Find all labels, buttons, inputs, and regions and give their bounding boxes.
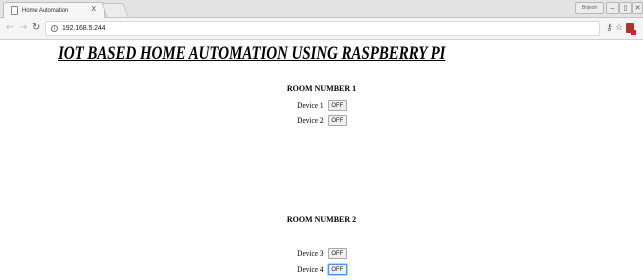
maximize-button[interactable]: ▯ [619,2,632,14]
new-tab-button[interactable] [101,3,129,17]
device-1-toggle-button[interactable]: OFF [327,100,347,111]
address-bar[interactable]: i 192.168.5.244 [45,21,600,36]
device-label: Device 4 [297,265,324,274]
room-heading: ROOM NUMBER 2 [286,215,357,224]
tab-close-button[interactable]: X [91,6,96,13]
tab-strip: Home Automation X Brijesh – ▯ ✕ [0,0,643,18]
close-window-button[interactable]: ✕ [632,2,643,14]
device-label: Device 2 [297,116,324,125]
info-icon[interactable]: i [51,25,58,32]
url-text[interactable]: 192.168.5.244 [62,25,106,32]
browser-tab[interactable]: Home Automation X [3,2,105,18]
page-content: IOT BASED HOME AUTOMATION USING RASPBERR… [0,41,643,280]
page-title: IOT BASED HOME AUTOMATION USING RASPBERR… [58,44,446,64]
device-label: Device 1 [297,101,324,110]
device-2-toggle-button[interactable]: OFF [327,115,347,126]
reload-icon[interactable]: ↻ [32,22,40,34]
forward-arrow-icon[interactable]: → [19,22,27,34]
device-row: Device 4 OFF [0,264,643,275]
minimize-button[interactable]: – [606,2,619,14]
device-3-toggle-button[interactable]: OFF [327,248,347,259]
device-row: Device 3 OFF [0,248,643,259]
back-arrow-icon[interactable]: ← [6,22,14,34]
browser-toolbar: ← → ↻ i 192.168.5.244 ⚷ ☆ [0,18,643,40]
page-icon [11,6,18,15]
room-heading: ROOM NUMBER 1 [286,84,357,93]
profile-button[interactable]: Brijesh [575,2,604,14]
extension-icon[interactable] [626,23,636,35]
device-4-toggle-button[interactable]: OFF [327,264,347,275]
device-label: Device 3 [297,249,324,258]
device-row: Device 2 OFF [0,115,643,126]
device-row: Device 1 OFF [0,100,643,111]
key-icon[interactable]: ⚷ [606,22,613,34]
star-icon[interactable]: ☆ [615,22,623,34]
tab-title: Home Automation [22,7,69,14]
